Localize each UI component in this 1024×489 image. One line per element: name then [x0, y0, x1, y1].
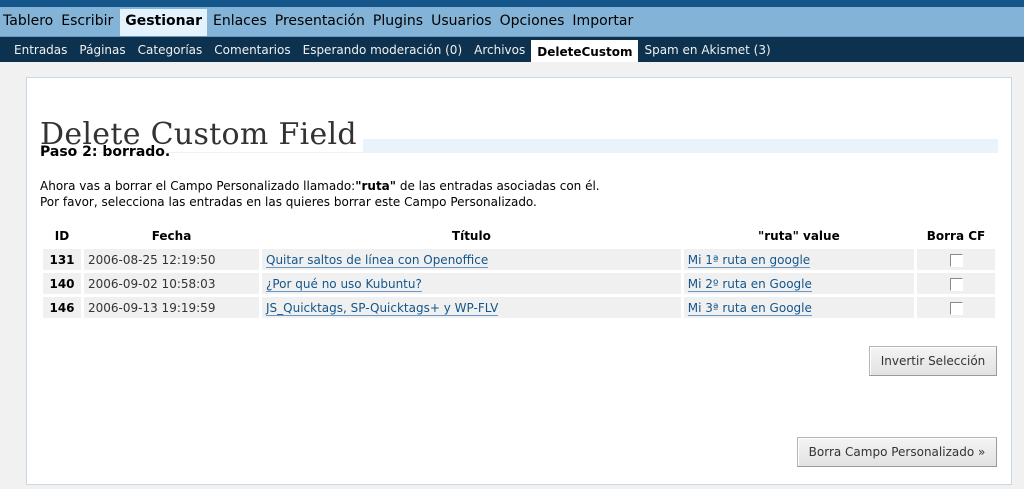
- post-title-link[interactable]: JS_Quicktags, SP-Quicktags+ y WP-FLV: [266, 300, 499, 316]
- row-value-cell: Mi 1ª ruta en google: [683, 249, 914, 270]
- field-value-link[interactable]: Mi 3ª ruta en Google: [687, 300, 812, 316]
- field-value-link[interactable]: Mi 2º ruta en Google: [687, 276, 812, 292]
- submenu-item-archivos[interactable]: Archivos: [468, 39, 531, 61]
- submenu-item-deletecustom[interactable]: DeleteCustom: [531, 40, 639, 62]
- submenu-item-paginas[interactable]: Páginas: [73, 39, 131, 61]
- table-row: 140 2006-09-02 10:58:03 ¿Por qué no uso …: [43, 273, 995, 294]
- row-fecha: 2006-08-25 12:19:50: [84, 249, 259, 270]
- sub-menu: Entradas Páginas Categorías Comentarios …: [0, 37, 1024, 62]
- submenu-item-akismet[interactable]: Spam en Akismet (3): [638, 39, 776, 61]
- delete-checkbox[interactable]: [949, 301, 963, 315]
- intro-line1-after: de las entradas asociadas con él.: [396, 179, 600, 193]
- table-header-row: ID Fecha Título "ruta" value Borra CF: [43, 226, 995, 246]
- content-panel: Delete Custom Field Paso 2: borrado. Aho…: [26, 77, 1012, 485]
- delete-custom-field-button[interactable]: Borra Campo Personalizado »: [797, 437, 997, 467]
- header-id: ID: [54, 229, 70, 243]
- intro-text: Ahora vas a borrar el Campo Personalizad…: [40, 178, 600, 210]
- intro-line2: Por favor, selecciona las entradas en la…: [40, 195, 537, 209]
- post-title-link[interactable]: ¿Por qué no uso Kubuntu?: [266, 276, 422, 292]
- page-title: Delete Custom Field: [40, 116, 998, 153]
- delete-checkbox[interactable]: [949, 277, 963, 291]
- menu-item-opciones[interactable]: Opciones: [497, 11, 570, 36]
- submenu-item-comentarios[interactable]: Comentarios: [208, 39, 296, 61]
- menu-item-enlaces[interactable]: Enlaces: [210, 11, 272, 36]
- row-id: 131: [43, 249, 81, 270]
- invert-selection-button[interactable]: Invertir Selección: [869, 346, 997, 376]
- row-value-cell: Mi 3ª ruta en Google: [683, 297, 914, 318]
- intro-line1-before: Ahora vas a borrar el Campo Personalizad…: [40, 179, 356, 193]
- menu-item-usuarios[interactable]: Usuarios: [428, 11, 497, 36]
- row-titulo-cell: JS_Quicktags, SP-Quicktags+ y WP-FLV: [262, 297, 681, 318]
- row-titulo-cell: ¿Por qué no uso Kubuntu?: [262, 273, 681, 294]
- menu-item-presentacion[interactable]: Presentación: [272, 11, 370, 36]
- row-checkbox-cell: [917, 249, 995, 270]
- row-fecha: 2006-09-02 10:58:03: [84, 273, 259, 294]
- table-row: 131 2006-08-25 12:19:50 Quitar saltos de…: [43, 249, 995, 270]
- menu-item-tablero[interactable]: Tablero: [0, 11, 58, 36]
- row-id: 140: [43, 273, 81, 294]
- row-checkbox-cell: [917, 297, 995, 318]
- submenu-item-entradas[interactable]: Entradas: [8, 39, 73, 61]
- menu-item-escribir[interactable]: Escribir: [58, 11, 118, 36]
- row-fecha: 2006-09-13 19:19:59: [84, 297, 259, 318]
- delete-checkbox[interactable]: [949, 253, 963, 267]
- intro-field-name: "ruta": [355, 179, 397, 193]
- header-titulo: Título: [451, 229, 491, 243]
- field-value-link[interactable]: Mi 1ª ruta en google: [687, 252, 811, 268]
- post-title-link[interactable]: Quitar saltos de línea con Openoffice: [266, 252, 489, 268]
- header-fecha: Fecha: [151, 229, 192, 243]
- row-titulo-cell: Quitar saltos de línea con Openoffice: [262, 249, 681, 270]
- header-borra: Borra CF: [926, 229, 986, 243]
- row-value-cell: Mi 2º ruta en Google: [683, 273, 914, 294]
- submenu-item-moderacion[interactable]: Esperando moderación (0): [297, 39, 469, 61]
- table-row: 146 2006-09-13 19:19:59 JS_Quicktags, SP…: [43, 297, 995, 318]
- header-value: "ruta" value: [758, 229, 840, 243]
- menu-item-importar[interactable]: Importar: [569, 11, 638, 36]
- menu-item-plugins[interactable]: Plugins: [370, 11, 428, 36]
- menu-item-gestionar[interactable]: Gestionar: [120, 9, 207, 36]
- row-checkbox-cell: [917, 273, 995, 294]
- top-stripe: [0, 0, 1024, 7]
- posts-table: ID Fecha Título "ruta" value Borra CF 13…: [40, 223, 998, 321]
- row-id: 146: [43, 297, 81, 318]
- step-heading: Paso 2: borrado.: [40, 144, 171, 160]
- submenu-item-categorias[interactable]: Categorías: [132, 39, 209, 61]
- main-menu: Tablero Escribir Gestionar Enlaces Prese…: [0, 7, 1024, 37]
